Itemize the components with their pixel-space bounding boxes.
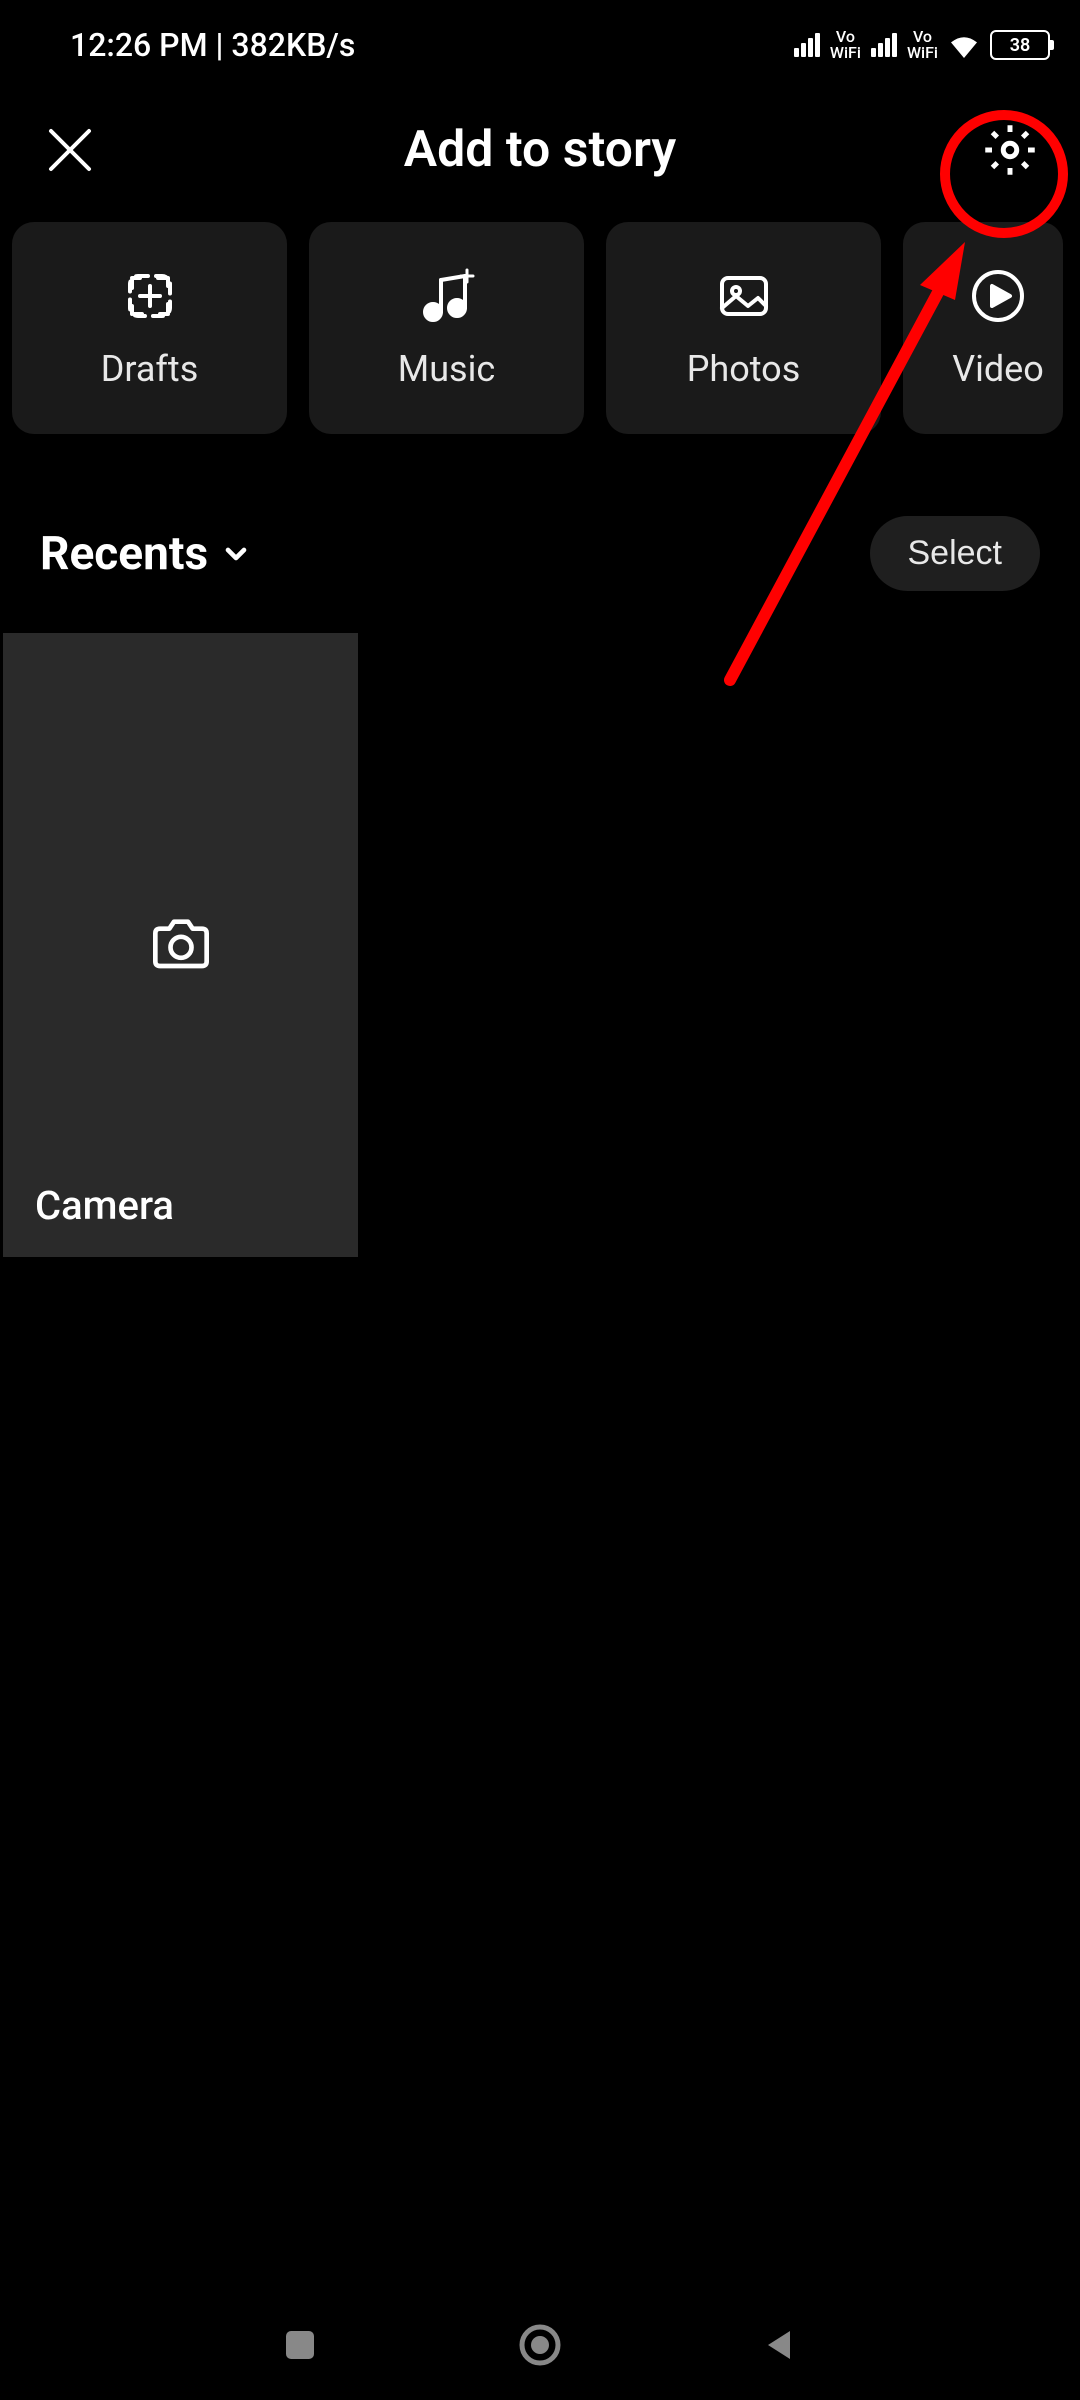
vo-wifi-label-2: Vo WiFi xyxy=(907,29,938,61)
gallery-grid: Camera xyxy=(0,621,1080,1257)
video-icon xyxy=(968,266,1028,326)
story-options-row[interactable]: Drafts Music Photos xyxy=(0,210,1080,446)
status-bar: 12:26 PM | 382KB/s Vo WiFi Vo WiFi 38 xyxy=(0,0,1080,90)
photos-icon xyxy=(714,266,774,326)
settings-button[interactable] xyxy=(980,120,1040,180)
vo-wifi-label-1: Vo WiFi xyxy=(830,29,861,61)
gear-icon xyxy=(983,123,1037,177)
music-icon xyxy=(417,266,477,326)
chevron-down-icon xyxy=(220,538,252,570)
select-button[interactable]: Select xyxy=(870,516,1041,591)
camera-icon xyxy=(146,910,216,980)
video-label: Video xyxy=(952,348,1044,390)
drafts-tile[interactable]: Drafts xyxy=(12,222,287,434)
wifi-icon xyxy=(948,32,980,58)
drafts-icon xyxy=(120,266,180,326)
camera-label: Camera xyxy=(35,1182,174,1229)
music-label: Music xyxy=(398,348,495,390)
header: Add to story xyxy=(0,90,1080,210)
photos-tile[interactable]: Photos xyxy=(606,222,881,434)
battery-icon: 38 xyxy=(990,30,1050,60)
music-tile[interactable]: Music xyxy=(309,222,584,434)
drafts-label: Drafts xyxy=(101,348,199,390)
photos-label: Photos xyxy=(687,348,801,390)
android-nav-bar xyxy=(0,2290,1080,2400)
status-indicators: Vo WiFi Vo WiFi 38 xyxy=(794,29,1050,61)
battery-level: 38 xyxy=(1010,35,1031,56)
close-icon xyxy=(45,125,95,175)
recents-label: Recents xyxy=(40,527,208,581)
signal-strength-2-icon xyxy=(871,33,897,57)
camera-tile[interactable]: Camera xyxy=(3,633,358,1257)
home-nav-button[interactable] xyxy=(515,2320,565,2370)
recents-nav-button[interactable] xyxy=(275,2320,325,2370)
back-nav-button[interactable] xyxy=(755,2320,805,2370)
recents-dropdown[interactable]: Recents xyxy=(40,527,252,581)
signal-strength-1-icon xyxy=(794,33,820,57)
status-time: 12:26 PM | 382KB/s xyxy=(70,26,355,64)
video-tile[interactable]: Video xyxy=(903,222,1063,434)
triangle-back-icon xyxy=(762,2327,798,2363)
close-button[interactable] xyxy=(40,120,100,180)
circle-icon xyxy=(518,2323,562,2367)
square-icon xyxy=(282,2327,318,2363)
recents-row: Recents Select xyxy=(0,446,1080,621)
page-title: Add to story xyxy=(404,121,676,179)
